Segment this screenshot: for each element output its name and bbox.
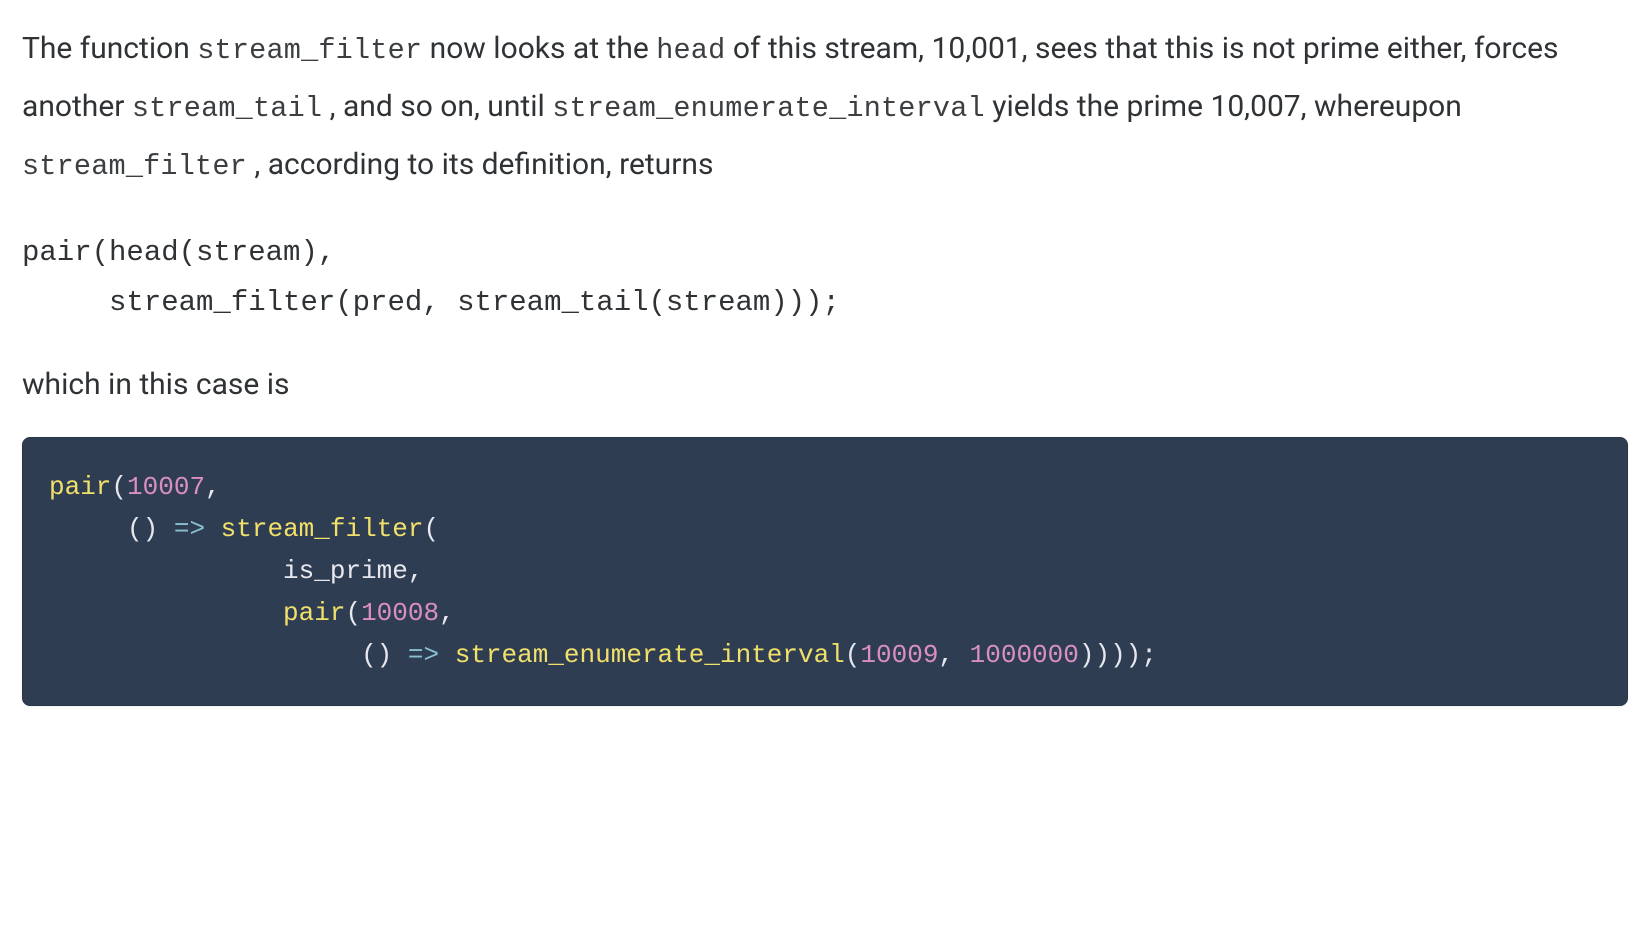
code-block-highlighted: pair(10007, () => stream_filter( is_prim… xyxy=(22,437,1628,706)
token-comma: , xyxy=(205,472,221,502)
indent xyxy=(49,598,283,628)
token-function-stream-filter: stream_filter xyxy=(221,514,424,544)
inline-code-stream-tail: stream_tail xyxy=(132,92,322,125)
token-function-pair: pair xyxy=(283,598,345,628)
token-paren: ( xyxy=(111,472,127,502)
token-arrow: => xyxy=(174,514,205,544)
indent xyxy=(49,514,127,544)
text: The function xyxy=(22,31,197,66)
token-number: 10009 xyxy=(860,640,938,670)
token-paren: ( xyxy=(845,640,861,670)
code-line: pair(head(stream), xyxy=(22,236,335,269)
token-function-stream-enumerate-interval: stream_enumerate_interval xyxy=(455,640,845,670)
indent xyxy=(49,640,361,670)
paragraph-2: which in this case is xyxy=(22,361,1628,409)
token-paren: ( xyxy=(345,598,361,628)
inline-code-stream-enumerate-interval: stream_enumerate_interval xyxy=(552,92,985,125)
text: , and so on, until xyxy=(322,89,552,124)
inline-code-stream-filter-2: stream_filter xyxy=(22,150,247,183)
token-function-pair: pair xyxy=(49,472,111,502)
token-close-parens: )))); xyxy=(1079,640,1157,670)
token-comma: , xyxy=(439,598,455,628)
code-line: stream_filter(pred, stream_tail(stream))… xyxy=(22,286,840,319)
paragraph-1: The function stream_filter now looks at … xyxy=(22,20,1628,194)
inline-code-head: head xyxy=(656,34,725,67)
token-arrow: => xyxy=(408,640,439,670)
text: , according to its definition, returns xyxy=(247,147,714,182)
inline-code-stream-filter: stream_filter xyxy=(197,34,422,67)
token-number: 10007 xyxy=(127,472,205,502)
token-number: 1000000 xyxy=(970,640,1079,670)
text: yields the prime 10,007, whereupon xyxy=(985,89,1462,124)
token-empty-parens: () xyxy=(361,640,392,670)
indent xyxy=(49,556,283,586)
token-number: 10008 xyxy=(361,598,439,628)
token-identifier-is-prime: is_prime xyxy=(283,556,408,586)
token-paren: ( xyxy=(424,514,440,544)
token-comma: , xyxy=(938,640,954,670)
code-block-plain: pair(head(stream), stream_filter(pred, s… xyxy=(22,228,1628,327)
token-comma: , xyxy=(408,556,424,586)
token-empty-parens: () xyxy=(127,514,158,544)
text: now looks at the xyxy=(422,31,656,66)
